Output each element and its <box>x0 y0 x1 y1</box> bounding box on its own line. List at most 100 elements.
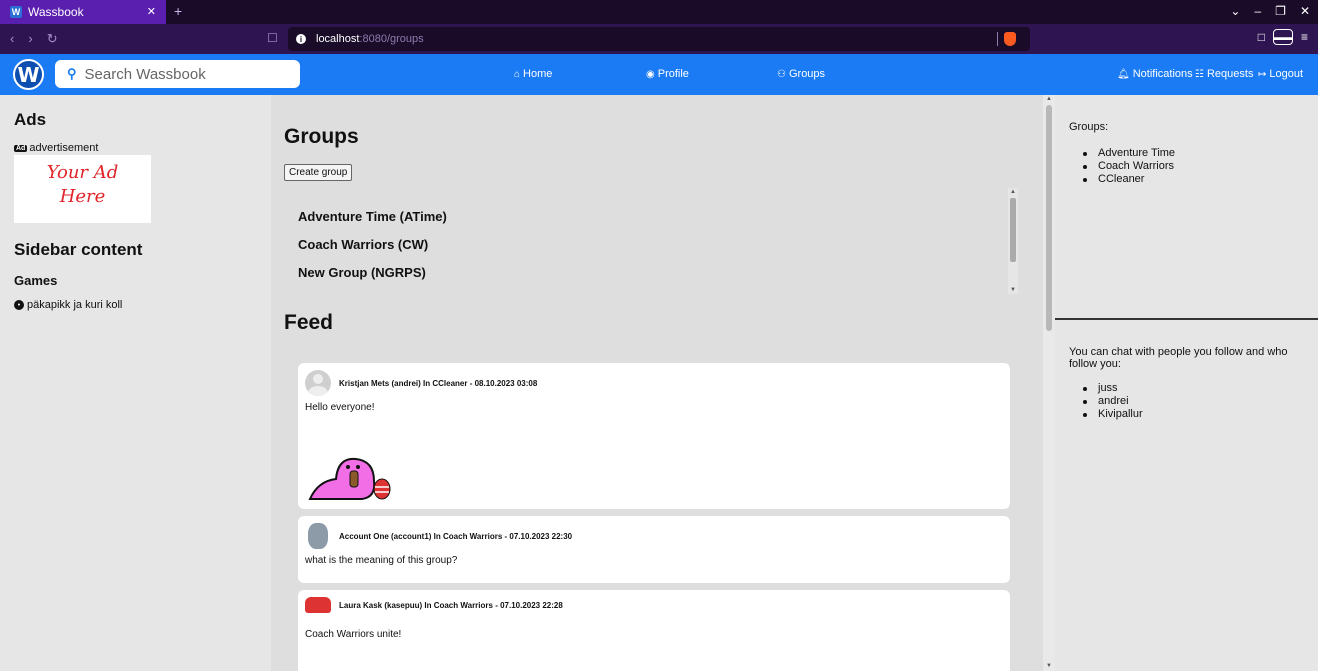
nav-requests-label: Requests <box>1206 68 1254 80</box>
nav-logout[interactable]: ↦ Logout <box>1258 68 1303 80</box>
nav-profile-label: Profile <box>657 68 689 80</box>
group-link[interactable]: Coach Warriors <box>1083 160 1304 173</box>
tab-title: Wassbook <box>28 5 84 19</box>
scroll-thumb[interactable] <box>1046 105 1052 331</box>
back-icon[interactable]: ‹ <box>10 31 14 47</box>
search-icon: ⚲ <box>67 66 77 81</box>
scroll-down-icon[interactable]: ▼ <box>1010 287 1016 293</box>
search-box[interactable]: ⚲ <box>55 60 300 88</box>
games-title: Games <box>14 273 58 288</box>
users-icon: ⚇ <box>777 68 786 80</box>
avatar[interactable] <box>308 523 328 549</box>
post-text: Coach Warriors unite! <box>305 629 402 640</box>
group-item[interactable]: Adventure Time (ATime) <box>298 209 447 224</box>
nav-profile[interactable]: ◉ Profile <box>646 68 689 80</box>
browser-toolbar: ‹ › ↻ ☐ i localhost:8080/groups □ ▬▬ ≡ <box>0 24 1318 54</box>
nav-logout-label: Logout <box>1269 68 1304 80</box>
group-item[interactable]: Coach Warriors (CW) <box>298 237 428 252</box>
reload-icon[interactable]: ↻ <box>47 31 58 47</box>
tab-search-icon[interactable]: ⌄ <box>1230 4 1240 18</box>
post-text: Hello everyone! <box>305 402 375 413</box>
nav-home[interactable]: ⌂ Home <box>514 68 552 80</box>
ad-label: Ad advertisement <box>14 142 257 154</box>
post-text: what is the meaning of this group? <box>305 555 458 566</box>
feed-post[interactable]: Laura Kask (kasepuu) In Coach Warriors -… <box>298 590 1010 671</box>
ad-banner[interactable]: Your Ad Here <box>14 155 151 223</box>
avatar[interactable] <box>305 370 331 396</box>
scroll-down-icon[interactable]: ▼ <box>1046 663 1052 669</box>
post-header: Kristjan Mets (andrei) In CCleaner - 08.… <box>305 370 537 396</box>
divider <box>997 32 998 46</box>
url-host: localhost <box>316 33 360 45</box>
main-content: Groups Create group Adventure Time (ATim… <box>271 95 1043 671</box>
post-meta: Laura Kask (kasepuu) In Coach Warriors -… <box>339 600 563 610</box>
avatar[interactable] <box>305 597 331 613</box>
post-meta: Kristjan Mets (andrei) In CCleaner - 08.… <box>339 378 538 388</box>
logout-icon: ↦ <box>1258 68 1267 80</box>
nav-requests[interactable]: ☷ Requests <box>1195 68 1253 80</box>
url-path: :8080/groups <box>359 33 424 45</box>
address-bar[interactable]: i localhost:8080/groups <box>288 27 1030 51</box>
scroll-up-icon[interactable]: ▲ <box>1010 189 1016 195</box>
close-window-button[interactable]: ✕ <box>1300 4 1310 18</box>
new-tab-button[interactable]: + <box>174 3 182 19</box>
scroll-thumb[interactable] <box>1010 198 1016 262</box>
group-list: Adventure Time (ATime) Coach Warriors (C… <box>284 188 1018 294</box>
smiley-icon: • <box>14 300 24 310</box>
search-input[interactable] <box>84 65 285 83</box>
nav-notifications-label: Notifications <box>1132 68 1193 80</box>
maximize-button[interactable]: ❐ <box>1275 4 1286 18</box>
group-link[interactable]: CCleaner <box>1083 173 1304 186</box>
brave-shields-icon[interactable] <box>1004 32 1016 46</box>
sidebar-content-title: Sidebar content <box>14 240 143 259</box>
nav-notifications[interactable]: 🔔︎ Notifications <box>1117 68 1193 80</box>
game-link[interactable]: • päkapikk ja kuri koll <box>14 299 257 311</box>
ads-title: Ads <box>14 110 47 129</box>
wassbook-logo[interactable]: W <box>13 59 44 90</box>
ad-banner-line1: Your Ad <box>46 162 119 183</box>
wallet-icon[interactable]: ▬▬ <box>1272 29 1293 45</box>
window-controls: ⌄ – ❐ ✕ <box>1230 4 1310 18</box>
bell-icon: 🔔︎ <box>1117 68 1130 80</box>
feed-post[interactable]: Kristjan Mets (andrei) In CCleaner - 08.… <box>298 363 1010 509</box>
my-groups-list: Adventure Time Coach Warriors CCleaner <box>1083 147 1304 186</box>
chat-user-list: juss andrei Kivipallur <box>1083 382 1304 421</box>
group-link[interactable]: Adventure Time <box>1083 147 1304 160</box>
create-group-button[interactable]: Create group <box>284 164 353 181</box>
browser-nav-buttons: ‹ › ↻ <box>10 31 58 47</box>
pink-blob-sticker-image <box>308 457 391 500</box>
ad-banner-line2: Here <box>59 186 106 207</box>
group-item[interactable]: New Group (NGRPS) <box>298 265 426 280</box>
chat-user[interactable]: andrei <box>1083 395 1304 408</box>
feed-post[interactable]: Account One (account1) In Coach Warriors… <box>298 516 1010 583</box>
site-info-icon[interactable]: i <box>296 34 306 44</box>
sidebar-toggle-icon[interactable]: □ <box>1258 30 1265 44</box>
chat-panel: You can chat with people you follow and … <box>1055 322 1318 671</box>
page-scrollbar[interactable]: ▲ ▼ <box>1043 95 1055 671</box>
close-tab-icon[interactable]: ✕ <box>147 5 156 18</box>
game-label: päkapikk ja kuri koll <box>27 299 123 311</box>
menu-icon[interactable]: ≡ <box>1301 30 1308 44</box>
ad-icon: Ad <box>14 144 28 152</box>
browser-tab[interactable]: W Wassbook ✕ <box>0 0 166 24</box>
minimize-button[interactable]: – <box>1254 4 1261 18</box>
chat-user[interactable]: juss <box>1083 382 1304 395</box>
nav-groups-label: Groups <box>788 68 826 80</box>
forward-icon[interactable]: › <box>28 31 32 47</box>
home-icon: ⌂ <box>514 68 521 80</box>
user-circle-icon: ◉ <box>646 68 655 80</box>
post-header: Laura Kask (kasepuu) In Coach Warriors -… <box>305 597 563 613</box>
nav-groups[interactable]: ⚇ Groups <box>777 68 825 80</box>
feed-title: Feed <box>284 311 334 334</box>
bookmark-icon[interactable]: ☐ <box>267 31 278 45</box>
browser-extensions: □ ▬▬ ≡ <box>1258 29 1308 45</box>
post-header: Account One (account1) In Coach Warriors… <box>305 523 572 549</box>
post-meta: Account One (account1) In Coach Warriors… <box>339 531 573 541</box>
wassbook-app: W ⚲ ⌂ Home ◉ Profile ⚇ Groups 🔔︎ Notific… <box>0 54 1318 671</box>
top-navbar: W ⚲ ⌂ Home ◉ Profile ⚇ Groups 🔔︎ Notific… <box>0 54 1318 95</box>
chat-user[interactable]: Kivipallur <box>1083 408 1304 421</box>
nav-home-label: Home <box>523 68 553 80</box>
scroll-up-icon[interactable]: ▲ <box>1046 96 1052 102</box>
groups-label: Groups: <box>1069 121 1109 133</box>
group-list-scrollbar[interactable]: ▲ ▼ <box>1008 188 1018 294</box>
